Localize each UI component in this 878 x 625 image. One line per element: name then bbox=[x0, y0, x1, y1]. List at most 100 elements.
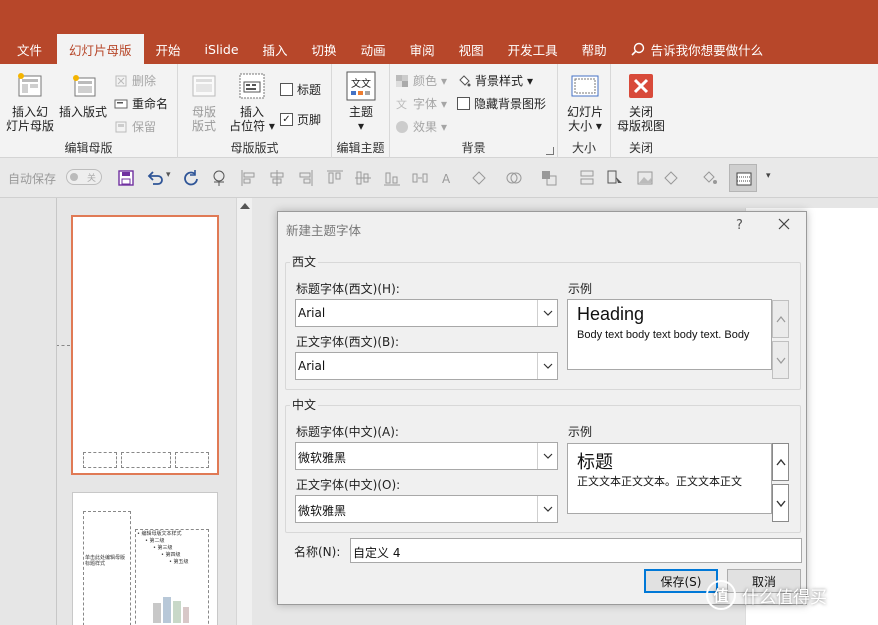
tab-help[interactable]: 帮助 bbox=[570, 34, 619, 64]
hide-background-checkbox[interactable]: 隐藏背景图形 bbox=[457, 95, 546, 112]
search-icon bbox=[631, 42, 644, 56]
footer-placeholder-text bbox=[121, 452, 171, 468]
western-heading-dropdown[interactable] bbox=[537, 300, 557, 326]
text-line-5: • 第五级 bbox=[169, 559, 189, 565]
undo-icon[interactable] bbox=[146, 169, 164, 187]
asian-body-dropdown[interactable] bbox=[537, 496, 557, 522]
tab-insert[interactable]: 插入 bbox=[251, 34, 300, 64]
group-master-layout: 母版 版式 插入 占位符 ▾ 标题 ✓ 页脚 母版版式 bbox=[178, 64, 332, 158]
shape-fill-icon[interactable] bbox=[505, 169, 523, 187]
distribute-horizontal-icon[interactable] bbox=[411, 169, 429, 187]
master-layout-button[interactable]: 母版 版式 bbox=[184, 70, 224, 133]
align-left-icon[interactable] bbox=[240, 169, 258, 187]
close-red-icon bbox=[629, 74, 653, 98]
colors-dropdown-arrow: ▾ bbox=[441, 73, 448, 88]
footer-checkbox[interactable]: ✓ 页脚 bbox=[280, 111, 321, 128]
shapes-dropdown-icon[interactable] bbox=[662, 169, 680, 187]
background-styles-label: 背景样式 bbox=[475, 74, 524, 88]
undo-dropdown-icon[interactable]: ▾ bbox=[166, 170, 171, 180]
group-close: 关闭 母版视图 关闭 bbox=[611, 64, 671, 158]
fonts-dropdown-arrow: ▾ bbox=[441, 96, 448, 111]
hide-background-checkbox-box[interactable] bbox=[457, 97, 470, 110]
rename-button[interactable]: 重命名 bbox=[114, 95, 168, 112]
slide-size-button[interactable]: 幻灯片 大小 ▾ bbox=[562, 70, 608, 133]
text-direction-icon[interactable]: A bbox=[439, 169, 457, 187]
themes-button[interactable]: 文文 主题 ▾ bbox=[338, 70, 384, 133]
insert-master-icon bbox=[18, 73, 42, 97]
tab-animations[interactable]: 动画 bbox=[349, 34, 398, 64]
gridlines-toggle[interactable] bbox=[729, 164, 757, 192]
svg-text:文文: 文文 bbox=[351, 77, 371, 90]
tab-review[interactable]: 审阅 bbox=[398, 34, 447, 64]
new-theme-fonts-dialog: 新建主题字体 ? 西文 标题字体(西文)(H): Arial 正文字体(西文)(… bbox=[277, 211, 807, 605]
tab-home[interactable]: 开始 bbox=[144, 34, 193, 64]
tell-me-search[interactable]: 告诉我你想要做什么 bbox=[619, 34, 776, 64]
thumbnail-scrollbar[interactable] bbox=[236, 198, 252, 625]
selection-pane-icon[interactable] bbox=[606, 169, 624, 187]
save-icon[interactable] bbox=[117, 169, 135, 187]
asian-heading-dropdown[interactable] bbox=[537, 443, 557, 469]
preserve-button[interactable]: 保留 bbox=[114, 118, 156, 135]
autosave-toggle[interactable]: 关 bbox=[66, 169, 102, 185]
tab-file[interactable]: 文件 bbox=[0, 34, 57, 64]
fonts-label: 字体 bbox=[413, 97, 438, 111]
tab-developer[interactable]: 开发工具 bbox=[496, 34, 570, 64]
tab-view[interactable]: 视图 bbox=[447, 34, 496, 64]
tab-slide-master[interactable]: 幻灯片母版 bbox=[57, 34, 144, 64]
redo-icon[interactable] bbox=[182, 169, 200, 187]
rename-label: 重命名 bbox=[132, 97, 169, 111]
customize-qat-icon[interactable]: ▾ bbox=[766, 171, 771, 181]
delete-button[interactable]: 删除 bbox=[114, 72, 156, 89]
help-button[interactable]: ? bbox=[736, 218, 743, 233]
asian-body-font-select[interactable]: 微软雅黑 bbox=[295, 495, 558, 523]
asian-sample-scroll-down[interactable] bbox=[772, 484, 789, 522]
asian-sample-scroll-up[interactable] bbox=[772, 443, 789, 481]
close-master-view-button[interactable]: 关闭 母版视图 bbox=[613, 70, 669, 133]
insert-picture-icon[interactable] bbox=[636, 169, 654, 187]
preserve-icon bbox=[115, 121, 127, 132]
effects-icon bbox=[396, 120, 408, 133]
title-checkbox-box[interactable] bbox=[280, 83, 293, 96]
tab-islide[interactable]: iSlide bbox=[193, 34, 251, 64]
tab-transitions[interactable]: 切换 bbox=[300, 34, 349, 64]
fonts-button[interactable]: 文 字体 ▾ bbox=[395, 95, 447, 112]
colors-button[interactable]: 颜色 ▾ bbox=[395, 72, 447, 89]
insert-layout-button[interactable]: 插入版式 bbox=[58, 70, 108, 119]
insert-placeholder-label-2-text: 占位符 bbox=[229, 119, 266, 133]
background-styles-dropdown-arrow: ▾ bbox=[527, 73, 534, 88]
shape-icon[interactable] bbox=[470, 169, 488, 187]
align-middle-icon[interactable] bbox=[354, 169, 372, 187]
close-icon[interactable] bbox=[776, 216, 792, 232]
fill-color-icon[interactable] bbox=[700, 169, 718, 187]
title-checkbox-label: 标题 bbox=[297, 83, 322, 97]
slide-thumbnail-master[interactable] bbox=[71, 215, 219, 475]
western-body-font-select[interactable]: Arial bbox=[295, 352, 558, 380]
align-right-icon[interactable] bbox=[296, 169, 314, 187]
group-objects-icon[interactable] bbox=[578, 169, 596, 187]
title-checkbox[interactable]: 标题 bbox=[280, 81, 321, 98]
western-sample-scroll-up[interactable] bbox=[772, 300, 789, 338]
footer-checkbox-box[interactable]: ✓ bbox=[280, 113, 293, 126]
insert-slide-master-button[interactable]: 插入幻 灯片母版 bbox=[4, 70, 56, 133]
name-input[interactable]: 自定义 4 bbox=[350, 538, 802, 563]
align-center-icon[interactable] bbox=[268, 169, 286, 187]
align-top-icon[interactable] bbox=[326, 169, 344, 187]
slide-thumbnail-layout[interactable]: 单击此处编辑母版标题样式 • 编辑母版文本样式 • 第二级 • 第三级 • 第四… bbox=[72, 492, 218, 625]
arrange-icon[interactable] bbox=[540, 169, 558, 187]
themes-icon: 文文 bbox=[346, 71, 376, 101]
group-label-close: 关闭 bbox=[628, 141, 653, 155]
insert-layout-icon bbox=[73, 75, 96, 97]
slide-size-label-1: 幻灯片 bbox=[566, 105, 603, 119]
ribbon-body: 插入幻 灯片母版 插入版式 删除 重命名 保留 编辑母版 母版 版式 插入 占位… bbox=[0, 64, 878, 158]
align-bottom-icon[interactable] bbox=[383, 169, 401, 187]
insert-placeholder-button[interactable]: 插入 占位符 ▾ bbox=[226, 70, 278, 133]
western-sample-scroll-down[interactable] bbox=[772, 341, 789, 379]
scroll-up-arrow-icon[interactable] bbox=[240, 203, 250, 209]
effects-button[interactable]: 效果 ▾ bbox=[395, 118, 447, 135]
western-heading-font-select[interactable]: Arial bbox=[295, 299, 558, 327]
western-body-dropdown[interactable] bbox=[537, 353, 557, 379]
asian-heading-font-select[interactable]: 微软雅黑 bbox=[295, 442, 558, 470]
background-styles-button[interactable]: 背景样式 ▾ bbox=[457, 72, 533, 89]
asian-body-font-value: 微软雅黑 bbox=[298, 504, 347, 518]
format-painter-icon[interactable] bbox=[210, 169, 228, 187]
